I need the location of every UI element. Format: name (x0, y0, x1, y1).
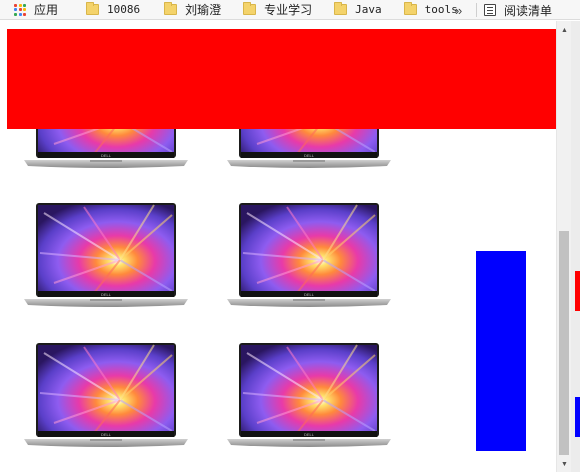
folder-icon (334, 2, 348, 15)
bookmark-label: 专业学习 (264, 3, 313, 17)
folder-icon (86, 2, 100, 15)
laptop-illustration: DELL (24, 343, 188, 447)
bookmark-java[interactable]: Java (326, 0, 390, 20)
reading-list-button[interactable]: 阅读清单 (484, 0, 552, 20)
svg-text:DELL: DELL (304, 292, 315, 297)
reading-list-label: 阅读清单 (504, 3, 553, 18)
apps-shortcut[interactable]: 应用 (0, 0, 66, 20)
vertical-scrollbar[interactable]: ▲ ▼ (556, 21, 571, 472)
svg-text:DELL: DELL (101, 153, 112, 158)
folder-icon (164, 2, 178, 15)
laptop-illustration: DELL (227, 343, 391, 447)
folder-icon (403, 2, 417, 15)
laptop-image[interactable]: DELL (227, 343, 391, 453)
bookmark-10086[interactable]: 10086 (78, 0, 148, 20)
toolbar-divider (476, 3, 477, 17)
bookmarks-bar: 应用 10086 刘瑜澄 专业学习 Java tools » 阅读清单 (0, 0, 580, 20)
blue-sidebar-block (476, 251, 526, 451)
svg-text:DELL: DELL (101, 432, 112, 437)
scrollbar-thumb[interactable] (559, 231, 569, 455)
svg-text:DELL: DELL (304, 153, 315, 158)
adjacent-window-edge (571, 21, 580, 472)
svg-text:DELL: DELL (304, 432, 315, 437)
bookmark-liuyucheng[interactable]: 刘瑜澄 (156, 0, 229, 20)
laptop-illustration: DELL (227, 203, 391, 307)
more-bookmarks-chevron-icon[interactable]: » (455, 0, 462, 20)
apps-label: 应用 (34, 3, 59, 17)
reading-list-icon (484, 4, 496, 16)
scroll-down-arrow-icon[interactable]: ▼ (557, 457, 572, 471)
laptop-illustration: DELL (24, 203, 188, 307)
edge-blue-strip (575, 397, 580, 437)
bookmark-study[interactable]: 专业学习 (235, 0, 320, 20)
bookmark-label: Java (355, 3, 382, 16)
scroll-up-arrow-icon[interactable]: ▲ (557, 23, 572, 37)
bookmark-label: 刘瑜澄 (185, 3, 222, 17)
bookmark-label: 10086 (107, 3, 141, 16)
apps-grid-icon (14, 3, 26, 16)
svg-text:DELL: DELL (101, 292, 112, 297)
laptop-image[interactable]: DELL (24, 343, 188, 453)
folder-icon (243, 2, 257, 15)
laptop-image[interactable]: DELL (24, 203, 188, 313)
red-banner-block (7, 29, 556, 129)
page-viewport: DELL DELL DELL DELL DELL DELL ▲ ▼ (0, 21, 580, 472)
edge-red-strip (575, 271, 580, 311)
laptop-image[interactable]: DELL (227, 203, 391, 313)
bookmark-label: tools (424, 3, 458, 16)
